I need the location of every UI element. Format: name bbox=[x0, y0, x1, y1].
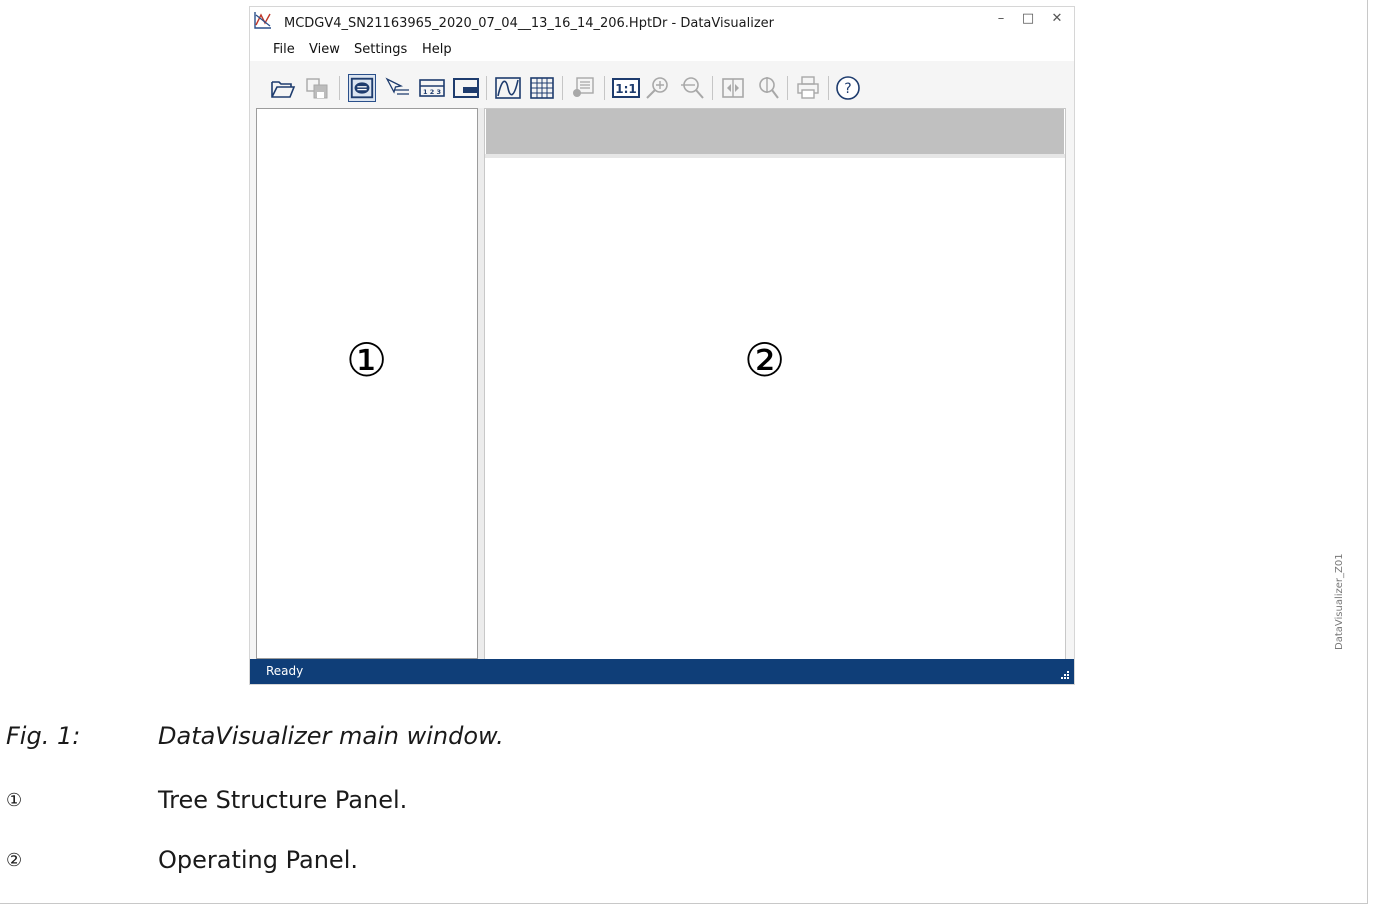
toggle-tree-panel-icon bbox=[350, 77, 374, 99]
svg-text:1:1: 1:1 bbox=[615, 82, 637, 96]
toolbar-separator bbox=[339, 76, 340, 100]
tree-panel-callout: ① bbox=[346, 333, 388, 387]
menu-settings[interactable]: Settings bbox=[354, 42, 407, 57]
find-zoom-button[interactable] bbox=[753, 74, 781, 102]
status-text: Ready bbox=[266, 664, 304, 678]
figure-caption: Fig. 1: DataVisualizer main window. bbox=[6, 722, 706, 754]
table-view-button[interactable] bbox=[528, 74, 556, 102]
legend-item: ① Tree Structure Panel. bbox=[6, 786, 706, 818]
resize-grip-icon[interactable] bbox=[1060, 670, 1070, 680]
print-button[interactable] bbox=[794, 74, 822, 102]
menu-view[interactable]: View bbox=[309, 42, 340, 57]
cursor-icon bbox=[385, 77, 409, 95]
zoom-out-icon bbox=[681, 77, 704, 99]
save-icon bbox=[306, 78, 328, 99]
print-icon bbox=[797, 76, 819, 99]
fit-width-icon bbox=[722, 78, 744, 98]
minimize-button[interactable]: – bbox=[988, 9, 1014, 31]
open-button[interactable] bbox=[269, 74, 297, 102]
zoom-out-button[interactable] bbox=[677, 74, 705, 102]
app-chart-icon bbox=[254, 12, 271, 29]
analog-curve-icon bbox=[495, 77, 521, 99]
toolbar-separator bbox=[604, 76, 605, 100]
zoom-1-1-icon: 1:1 bbox=[612, 78, 640, 98]
side-label: DataVisualizer_Z01 bbox=[1334, 553, 1345, 650]
operating-panel-divider bbox=[485, 154, 1065, 158]
menu-help[interactable]: Help bbox=[422, 42, 452, 57]
legend-marker: ① bbox=[6, 790, 23, 811]
app-window: MCDGV4_SN21163965_2020_07_04__13_16_14_2… bbox=[249, 6, 1075, 685]
analog-view-button[interactable] bbox=[494, 74, 522, 102]
figure-label: Fig. 1: bbox=[6, 722, 81, 750]
split-view-button[interactable] bbox=[452, 74, 480, 102]
zoom-in-button[interactable] bbox=[644, 74, 672, 102]
grid-table-icon bbox=[530, 77, 554, 99]
help-icon: ? bbox=[836, 76, 860, 100]
toolbar-separator bbox=[787, 76, 788, 100]
find-zoom-icon bbox=[759, 77, 779, 99]
window-title: MCDGV4_SN21163965_2020_07_04__13_16_14_2… bbox=[284, 16, 774, 31]
measurement-table-button[interactable]: 1 2 3 bbox=[418, 74, 446, 102]
split-view-icon bbox=[453, 78, 479, 98]
zoom-in-icon bbox=[646, 77, 668, 99]
menu-file[interactable]: File bbox=[273, 42, 295, 57]
legend-item: ② Operating Panel. bbox=[6, 846, 706, 878]
toolbar-separator bbox=[712, 76, 713, 100]
operating-panel-header bbox=[486, 109, 1064, 154]
legend-text: Operating Panel. bbox=[158, 846, 358, 874]
legend-text: Tree Structure Panel. bbox=[158, 786, 408, 814]
menu-bar: File View Settings Help bbox=[250, 37, 1074, 61]
legend-marker: ② bbox=[6, 850, 23, 871]
cursor-button[interactable] bbox=[383, 74, 411, 102]
fit-width-button[interactable] bbox=[719, 74, 747, 102]
measurement-table-icon: 1 2 3 bbox=[419, 79, 445, 97]
close-button[interactable]: ✕ bbox=[1044, 9, 1070, 31]
operating-panel[interactable]: ② bbox=[484, 108, 1066, 660]
toolbar: 1 2 3 1:1 ? bbox=[250, 71, 1074, 107]
open-folder-icon bbox=[271, 81, 296, 98]
toolbar-separator bbox=[562, 76, 563, 100]
legend-button[interactable] bbox=[569, 74, 597, 102]
operating-panel-callout: ② bbox=[744, 333, 786, 387]
toolbar-separator bbox=[828, 76, 829, 100]
tree-structure-panel[interactable]: ① bbox=[256, 108, 478, 659]
maximize-button[interactable]: □ bbox=[1015, 9, 1041, 31]
svg-text:1 2 3: 1 2 3 bbox=[423, 88, 441, 96]
toolbar-separator bbox=[486, 76, 487, 100]
legend-icon bbox=[573, 77, 594, 97]
toggle-tree-panel-button[interactable] bbox=[348, 74, 376, 102]
status-bar: Ready bbox=[250, 659, 1074, 684]
save-button[interactable] bbox=[303, 74, 331, 102]
zoom-reset-button[interactable]: 1:1 bbox=[612, 74, 640, 102]
svg-text:?: ? bbox=[844, 81, 851, 97]
help-button[interactable]: ? bbox=[834, 74, 862, 102]
title-bar: MCDGV4_SN21163965_2020_07_04__13_16_14_2… bbox=[250, 7, 1074, 37]
figure-text: DataVisualizer main window. bbox=[158, 722, 504, 750]
